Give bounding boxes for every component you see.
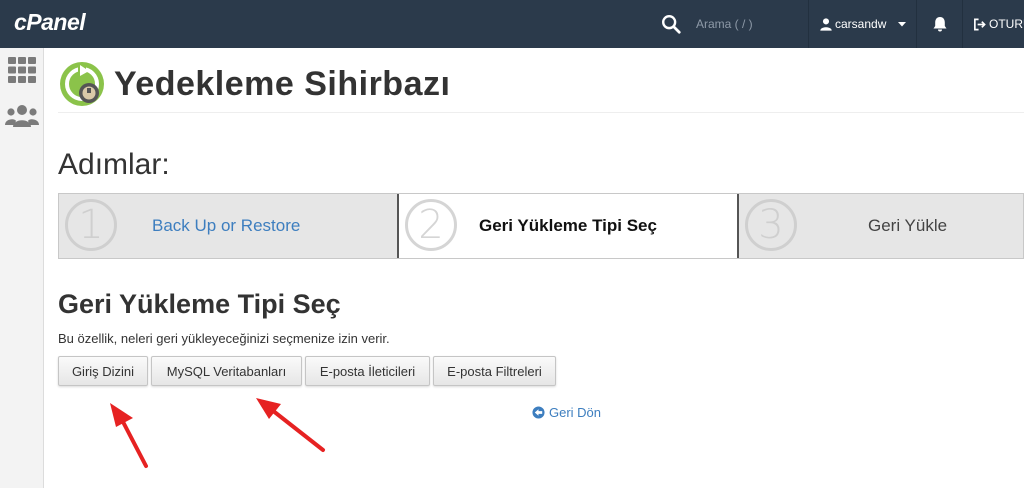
wizard-steps: 1 Back Up or Restore 2 Geri Yükleme Tipi…: [58, 193, 1024, 259]
step-3: 3 Geri Yükle: [739, 194, 1023, 258]
step-2: 2 Geri Yükleme Tipi Seç: [399, 194, 739, 258]
search-box[interactable]: Arama ( / ): [650, 0, 808, 48]
email-filters-button[interactable]: E-posta Filtreleri: [433, 356, 556, 386]
sidebar-item-home[interactable]: [0, 50, 44, 90]
step-1[interactable]: 1 Back Up or Restore: [59, 194, 399, 258]
page-header: Yedekleme Sihirbazı: [58, 60, 450, 108]
steps-heading: Adımlar:: [58, 148, 170, 181]
logout-icon: [974, 18, 986, 30]
logout-button[interactable]: OTURUM: [963, 0, 1024, 48]
email-forwarders-button[interactable]: E-posta İleticileri: [305, 356, 430, 386]
cpanel-logo[interactable]: cPanel: [14, 9, 86, 36]
caret-down-icon: [898, 22, 907, 27]
mysql-databases-button[interactable]: MySQL Veritabanları: [151, 356, 302, 386]
go-back-label: Geri Dön: [549, 405, 602, 420]
step-2-label: Geri Yükleme Tipi Seç: [479, 216, 657, 235]
step-number: 2: [405, 199, 457, 251]
page-title: Yedekleme Sihirbazı: [114, 64, 451, 103]
notifications-button[interactable]: [917, 0, 962, 48]
grid-icon: [8, 57, 36, 83]
sidebar-item-users[interactable]: [0, 96, 44, 136]
divider: [58, 112, 1024, 113]
search-icon: [662, 15, 681, 34]
username-label: carsandw: [835, 17, 887, 31]
search-input[interactable]: Arama ( / ): [696, 17, 753, 31]
bell-icon: [933, 16, 946, 31]
user-icon: [820, 18, 832, 31]
step-1-link[interactable]: Back Up or Restore: [152, 216, 300, 236]
section-title: Geri Yükleme Tipi Seç: [58, 289, 341, 319]
step-number: 1: [65, 199, 117, 251]
step-3-label: Geri Yükle: [868, 216, 948, 235]
main-content: Yedekleme Sihirbazı Adımlar: 1 Back Up o…: [44, 48, 1024, 488]
go-back-link[interactable]: Geri Dön: [532, 405, 601, 420]
arrow-left-circle-icon: [532, 406, 545, 419]
user-menu[interactable]: carsandw: [809, 0, 916, 48]
users-icon: [5, 105, 39, 127]
step-number: 3: [745, 199, 797, 251]
backup-wizard-icon: [60, 62, 104, 106]
top-bar: cPanel Arama ( / ) carsandw OTURUM: [0, 0, 1024, 48]
home-directory-button[interactable]: Giriş Dizini: [58, 356, 148, 386]
section-description: Bu özellik, neleri geri yükleyeceğinizi …: [58, 331, 390, 346]
sidebar: [0, 48, 44, 488]
logout-label: OTURUM: [989, 17, 1024, 31]
restore-type-buttons: Giriş Dizini MySQL Veritabanları E-posta…: [58, 356, 559, 386]
